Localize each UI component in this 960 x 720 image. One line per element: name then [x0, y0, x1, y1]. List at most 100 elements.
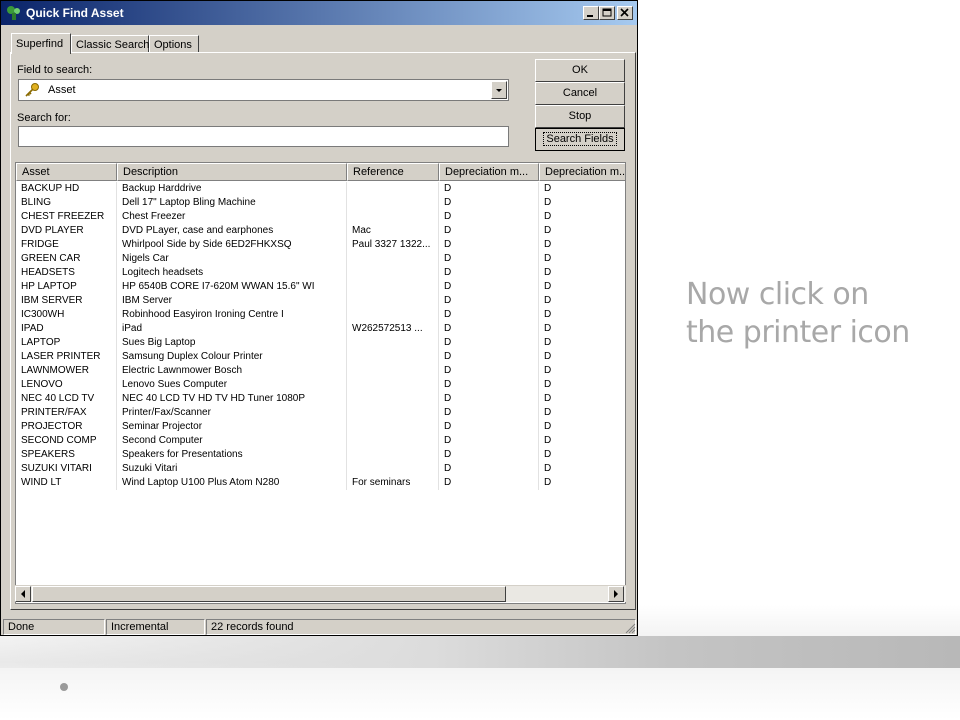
search-for-input[interactable]	[18, 126, 509, 147]
dropdown-arrow-icon	[496, 89, 502, 92]
table-cell: LAPTOP	[16, 336, 117, 350]
table-cell: D	[539, 322, 625, 336]
table-cell	[347, 420, 439, 434]
table-row[interactable]: HP LAPTOP HP 6540B CORE I7-620M WWAN 15.6…	[16, 280, 625, 294]
table-cell: D	[439, 210, 539, 224]
table-row[interactable]: LASER PRINTER Samsung Duplex Colour Print…	[16, 350, 625, 364]
table-cell: LAWNMOWER	[16, 364, 117, 378]
table-row[interactable]: CHEST FREEZER Chest Freezer D D	[16, 210, 625, 224]
table-row[interactable]: SUZUKI VITARI Suzuki Vitari D D	[16, 462, 625, 476]
caption-line-1: Now click on	[686, 277, 869, 312]
table-cell	[347, 308, 439, 322]
column-header-depreciation-1[interactable]: Depreciation m...	[439, 163, 539, 181]
tab-superfind[interactable]: Superfind	[11, 33, 71, 54]
table-row[interactable]: BACKUP HD Backup Harddrive D D	[16, 182, 625, 196]
search-fields-button[interactable]: Search Fields	[535, 128, 625, 151]
maximize-icon	[602, 8, 612, 17]
tab-classic-search[interactable]: Classic Search	[71, 35, 149, 53]
asset-grid[interactable]: Asset Description Reference Depreciation…	[15, 162, 626, 604]
table-cell: HP 6540B CORE I7-620M WWAN 15.6" WI	[117, 280, 347, 294]
table-row[interactable]: LENOVO Lenovo Sues Computer D D	[16, 378, 625, 392]
table-row[interactable]: PROJECTOR Seminar Projector D D	[16, 420, 625, 434]
table-cell: IBM Server	[117, 294, 347, 308]
column-header-depreciation-2[interactable]: Depreciation m...	[539, 163, 625, 181]
table-cell: D	[439, 182, 539, 196]
table-cell: Suzuki Vitari	[117, 462, 347, 476]
table-row[interactable]: GREEN CAR Nigels Car D D	[16, 252, 625, 266]
column-header-reference[interactable]: Reference	[347, 163, 439, 181]
table-cell: D	[539, 420, 625, 434]
table-row[interactable]: HEADSETS Logitech headsets D D	[16, 266, 625, 280]
scroll-right-button[interactable]	[608, 586, 624, 602]
table-cell: D	[539, 448, 625, 462]
table-cell: D	[539, 392, 625, 406]
column-header-description[interactable]: Description	[117, 163, 347, 181]
table-cell: D	[539, 294, 625, 308]
table-row[interactable]: IPAD iPad W262572513 ... D D	[16, 322, 625, 336]
table-row[interactable]: WIND LT Wind Laptop U100 Plus Atom N280 Fo…	[16, 476, 625, 490]
table-cell	[347, 294, 439, 308]
table-cell: Nigels Car	[117, 252, 347, 266]
table-cell: D	[539, 336, 625, 350]
title-bar[interactable]: Quick Find Asset	[1, 1, 637, 25]
cancel-button[interactable]: Cancel	[535, 82, 625, 105]
table-cell: D	[439, 420, 539, 434]
table-cell: Robinhood Easyiron Ironing Centre I	[117, 308, 347, 322]
table-cell: D	[439, 294, 539, 308]
table-cell: IPAD	[16, 322, 117, 336]
table-cell: D	[539, 308, 625, 322]
table-cell: D	[439, 266, 539, 280]
table-cell: NEC 40 LCD TV HD TV HD Tuner 1080P	[117, 392, 347, 406]
stop-button[interactable]: Stop	[535, 105, 625, 128]
close-button[interactable]	[617, 6, 633, 20]
table-cell: Samsung Duplex Colour Printer	[117, 350, 347, 364]
tab-options[interactable]: Options	[149, 35, 199, 53]
table-row[interactable]: LAWNMOWER Electric Lawnmower Bosch D D	[16, 364, 625, 378]
table-row[interactable]: IBM SERVER IBM Server D D	[16, 294, 625, 308]
table-row[interactable]: BLING Dell 17" Laptop Bling Machine D D	[16, 196, 625, 210]
status-records: 22 records found	[206, 619, 636, 635]
slide-decoration-footer	[0, 668, 960, 720]
table-cell: D	[539, 350, 625, 364]
scroll-left-button[interactable]	[15, 586, 31, 602]
minimize-button[interactable]	[583, 6, 599, 20]
table-cell: NEC 40 LCD TV	[16, 392, 117, 406]
table-row[interactable]: SPEAKERS Speakers for Presentations D D	[16, 448, 625, 462]
table-row[interactable]: SECOND COMP Second Computer D D	[16, 434, 625, 448]
table-cell: Backup Harddrive	[117, 182, 347, 196]
field-to-search-select[interactable]: Asset	[18, 79, 509, 101]
horizontal-scrollbar[interactable]	[15, 585, 626, 602]
table-cell: D	[439, 252, 539, 266]
scroll-left-icon	[21, 590, 25, 598]
table-row[interactable]: FRIDGE Whirlpool Side by Side 6ED2FHKXSQ P…	[16, 238, 625, 252]
scroll-thumb[interactable]	[32, 586, 506, 602]
table-cell	[347, 434, 439, 448]
table-cell: SECOND COMP	[16, 434, 117, 448]
table-row[interactable]: LAPTOP Sues Big Laptop D D	[16, 336, 625, 350]
table-cell: Whirlpool Side by Side 6ED2FHKXSQ	[117, 238, 347, 252]
maximize-button[interactable]	[599, 6, 615, 20]
table-cell: SPEAKERS	[16, 448, 117, 462]
table-cell: Seminar Projector	[117, 420, 347, 434]
table-row[interactable]: NEC 40 LCD TV NEC 40 LCD TV HD TV HD Tune…	[16, 392, 625, 406]
table-cell: D	[439, 434, 539, 448]
table-cell: D	[539, 280, 625, 294]
status-mode: Incremental	[106, 619, 205, 635]
table-row[interactable]: DVD PLAYER DVD PLayer, case and earphones…	[16, 224, 625, 238]
table-cell: Chest Freezer	[117, 210, 347, 224]
table-cell: D	[439, 196, 539, 210]
size-grip-icon[interactable]	[624, 622, 636, 634]
table-cell: GREEN CAR	[16, 252, 117, 266]
dropdown-arrow-button[interactable]	[491, 81, 507, 99]
ok-button[interactable]: OK	[535, 59, 625, 82]
table-cell: D	[439, 364, 539, 378]
table-cell: D	[439, 308, 539, 322]
table-cell: HEADSETS	[16, 266, 117, 280]
table-cell: D	[439, 224, 539, 238]
column-header-asset[interactable]: Asset	[16, 163, 117, 181]
table-row[interactable]: IC300WH Robinhood Easyiron Ironing Centre…	[16, 308, 625, 322]
table-cell: FRIDGE	[16, 238, 117, 252]
table-row[interactable]: PRINTER/FAX Printer/Fax/Scanner D D	[16, 406, 625, 420]
search-for-label: Search for:	[17, 112, 71, 124]
table-cell: D	[439, 378, 539, 392]
